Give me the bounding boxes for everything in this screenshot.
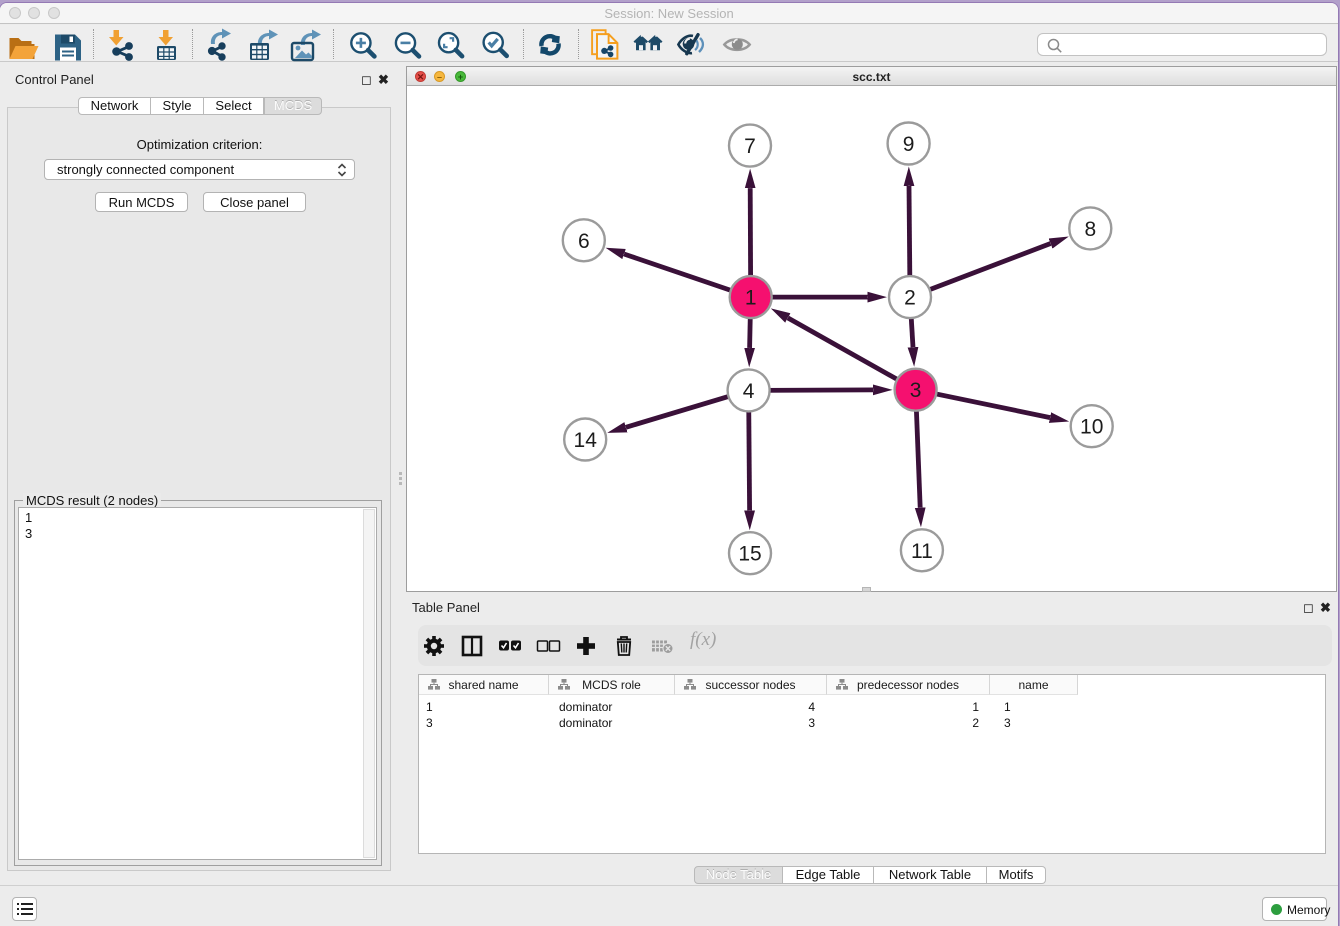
svg-text:8: 8: [1084, 218, 1096, 241]
svg-text:9: 9: [903, 133, 915, 156]
svg-text:14: 14: [574, 429, 598, 452]
svg-text:3: 3: [910, 379, 922, 402]
svg-text:2: 2: [904, 287, 916, 310]
svg-text:10: 10: [1080, 416, 1103, 439]
svg-text:4: 4: [743, 380, 755, 403]
svg-text:7: 7: [744, 135, 756, 158]
svg-text:1: 1: [745, 287, 757, 310]
svg-text:6: 6: [578, 230, 590, 253]
svg-text:11: 11: [911, 540, 933, 563]
svg-text:15: 15: [738, 543, 761, 566]
